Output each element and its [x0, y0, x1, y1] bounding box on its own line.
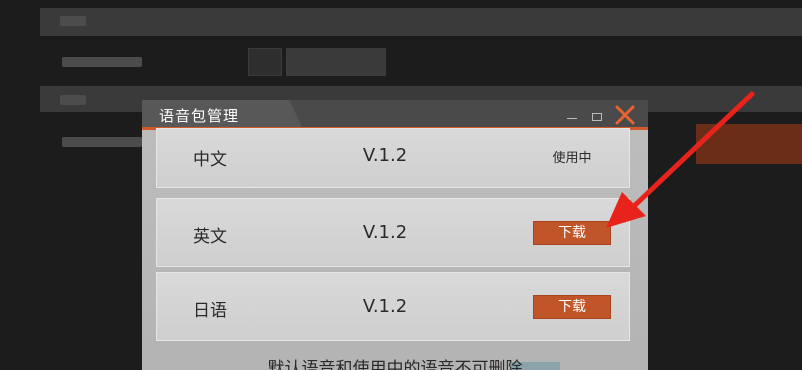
- voice-pack-dialog: 语音包管理 中文 V.1.2 使用中 英文 V.1.2 下载 日语 V.1.2 …: [142, 100, 648, 370]
- list-item-japanese: 日语 V.1.2 下载: [156, 272, 630, 341]
- dialog-body: 中文 V.1.2 使用中 英文 V.1.2 下载 日语 V.1.2 下载 默认语…: [142, 128, 648, 370]
- minimize-icon[interactable]: [567, 113, 577, 119]
- list-item-english: 英文 V.1.2 下载: [156, 198, 630, 267]
- close-icon[interactable]: [612, 102, 638, 128]
- bg-section-title-2: [60, 95, 86, 105]
- version-label: V.1.2: [362, 296, 408, 317]
- bg-setting-label-2: [62, 137, 142, 147]
- language-name: 日语: [193, 301, 227, 321]
- in-use-status: 使用中: [552, 151, 592, 166]
- maximize-icon[interactable]: [592, 113, 602, 121]
- version-label: V.1.2: [362, 222, 408, 243]
- bg-setting-label: [62, 57, 142, 67]
- bg-dropdown: [286, 48, 386, 76]
- list-item-chinese: 中文 V.1.2 使用中: [156, 128, 630, 188]
- version-label: V.1.2: [362, 145, 408, 166]
- bg-voice-button: [696, 124, 802, 164]
- download-button-japanese[interactable]: 下载: [533, 295, 611, 319]
- delete-restriction-note: 默认语音和使用中的语音不可删除: [267, 359, 523, 370]
- download-button-english[interactable]: 下载: [533, 221, 611, 245]
- dialog-title: 语音包管理: [159, 107, 240, 125]
- language-name: 中文: [193, 150, 227, 170]
- bg-section-header: [40, 8, 802, 36]
- bg-toggle: [248, 48, 282, 76]
- bg-section-title: [60, 16, 86, 26]
- language-name: 英文: [193, 227, 227, 247]
- dialog-header: 语音包管理: [142, 100, 648, 130]
